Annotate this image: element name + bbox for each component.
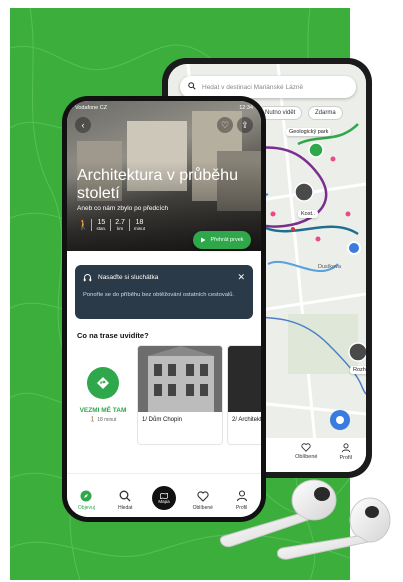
stop-card-2[interactable]: 2/ Architekt Skalník a G: [227, 345, 261, 445]
stops-carousel[interactable]: VEZMI MĚ TAM 🚶 18 minut 1/ Dům Chopin 2/…: [67, 345, 261, 445]
play-label: Přehrát prvek: [210, 237, 244, 243]
tab-favorites-label: Oblíbené: [192, 505, 213, 511]
heart-icon: [301, 443, 311, 452]
walker-icon: 🚶: [77, 220, 90, 231]
stop-image-1: [138, 346, 222, 412]
search-icon: [119, 490, 131, 502]
take-me-there-label: VEZMI MĚ TAM: [79, 407, 127, 414]
play-icon: [201, 237, 206, 243]
map-icon: Mapa: [151, 486, 176, 510]
play-button[interactable]: Přehrát prvek: [193, 231, 251, 249]
compass-icon: [80, 490, 92, 502]
directions-icon: [87, 367, 119, 399]
take-me-there-distance: 🚶 18 minut: [89, 417, 117, 423]
tab-discover[interactable]: Objevuj: [71, 490, 101, 511]
stop-card-1[interactable]: 1/ Dům Chopin: [137, 345, 223, 445]
map-nav-favorites-label: Oblíbené: [295, 454, 318, 460]
status-bar: Vodafone CZ 12:34: [75, 105, 253, 111]
stop-image-2: [228, 346, 261, 412]
tour-screen: Vodafone CZ 12:34 ‹ ♡ ⇪ Architektura v p…: [67, 101, 261, 517]
share-button[interactable]: ⇪: [237, 117, 253, 133]
heart-icon: ♡: [220, 119, 230, 130]
search-icon: [188, 82, 196, 92]
map-nav-profile[interactable]: Profil: [339, 443, 352, 472]
map-nav-favorites[interactable]: Oblíbené: [295, 443, 317, 472]
earbuds-illustration: [219, 479, 391, 560]
share-icon: ⇪: [241, 119, 249, 130]
tab-favorites[interactable]: Oblíbené: [188, 491, 218, 511]
back-button[interactable]: ‹: [75, 117, 91, 133]
status-time: 12:34: [239, 105, 253, 111]
filter-chip-free[interactable]: Zdarma: [308, 106, 343, 120]
map-search-input[interactable]: Hedat v destinaci Mariánské Lázně: [180, 76, 356, 98]
route-section-title: Co na trase uvidíte?: [77, 331, 149, 340]
take-me-there-button[interactable]: VEZMI MĚ TAM 🚶 18 minut: [73, 345, 133, 445]
map-label-geopark[interactable]: Geologický park: [286, 128, 332, 136]
map-label-rozhledna[interactable]: Rozhl: [350, 366, 366, 374]
headphones-notice: Nasaďte si sluchátka ✕ Ponořte se do pří…: [75, 265, 253, 319]
favorite-button[interactable]: ♡: [217, 117, 233, 133]
map-label-kostel[interactable]: Kost..: [298, 210, 319, 218]
headphones-icon: [83, 274, 92, 282]
arrow-left-icon: ‹: [81, 120, 85, 130]
close-icon[interactable]: ✕: [237, 272, 245, 283]
person-icon: [341, 443, 350, 453]
search-placeholder: Hedat v destinaci Mariánské Lázně: [202, 83, 304, 91]
notice-title: Nasaďte si sluchátka: [98, 274, 159, 281]
stat-duration: 18 minut: [128, 219, 149, 231]
map-street-label: Dusíkova: [318, 264, 341, 270]
stat-stops: 15 stan.: [91, 219, 110, 231]
tour-subtitle: Aneb co nám zbylo po předcích: [77, 205, 169, 212]
tab-map[interactable]: Mapa: [149, 486, 179, 511]
phone-tour-detail: Vodafone CZ 12:34 ‹ ♡ ⇪ Architektura v p…: [62, 96, 266, 522]
tab-map-label: Mapa: [158, 498, 170, 504]
tab-search[interactable]: Hledat: [110, 490, 140, 511]
stop-label-2: 2/ Architekt Skalník a G: [232, 417, 261, 423]
heart-icon: [197, 491, 209, 502]
tour-stats: 🚶 15 stan. 2.7 km 18 minut: [77, 219, 149, 231]
tour-title: Architektura v průběhu století: [77, 167, 238, 202]
stop-label-1: 1/ Dům Chopin: [142, 417, 183, 423]
hero-image: Vodafone CZ 12:34 ‹ ♡ ⇪ Architektura v p…: [67, 101, 261, 251]
status-carrier: Vodafone CZ: [75, 105, 108, 111]
stat-distance: 2.7 km: [110, 219, 129, 231]
notice-body: Ponořte se do příběhu bez obtěžování ost…: [83, 292, 235, 298]
map-nav-profile-label: Profil: [339, 455, 352, 461]
tab-discover-label: Objevuj: [77, 505, 95, 511]
tab-search-label: Hledat: [117, 505, 133, 511]
